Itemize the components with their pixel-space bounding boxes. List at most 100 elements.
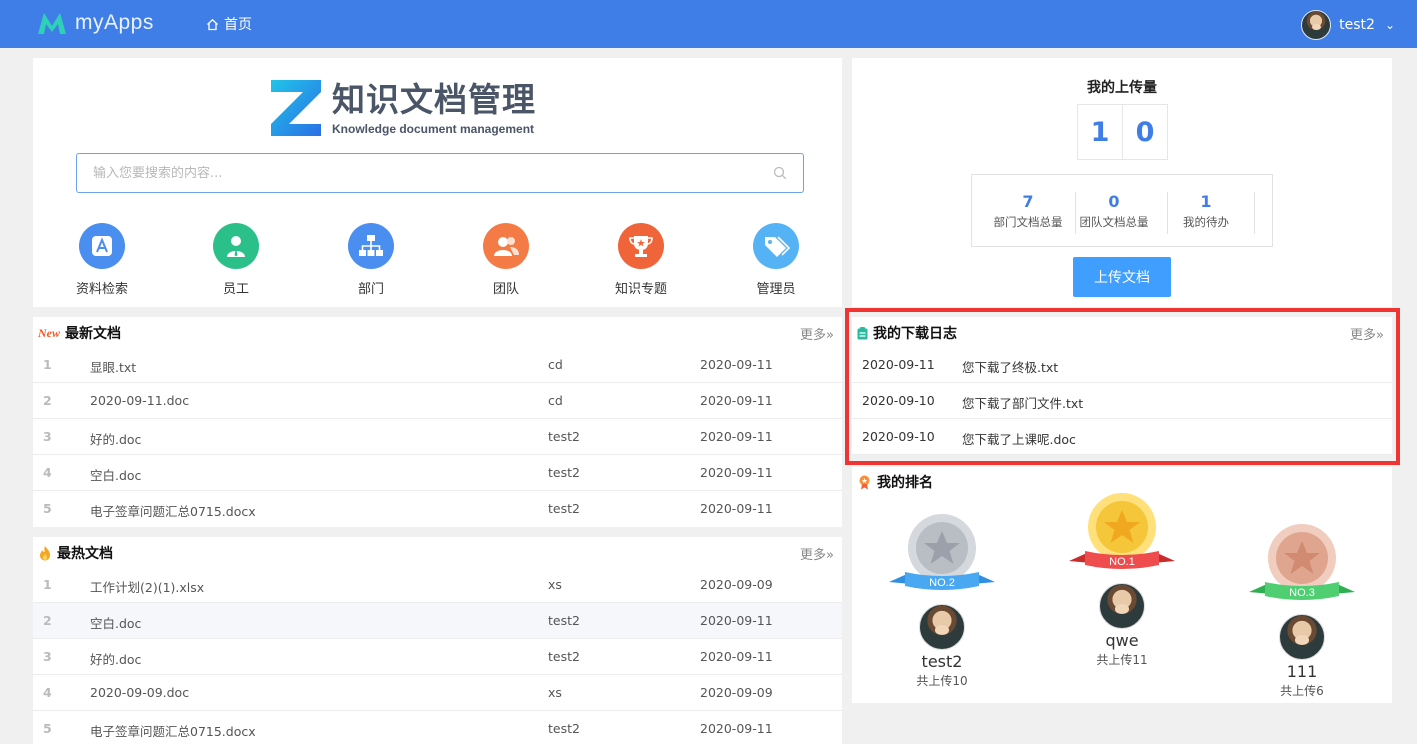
upload-digit: 0 — [1122, 104, 1168, 160]
doc-owner: test2 — [548, 649, 580, 664]
brand-title: 知识文档管理 — [332, 80, 536, 119]
doc-owner: test2 — [548, 429, 580, 444]
ranker-avatar — [1279, 614, 1325, 660]
doc-date: 2020-09-09 — [700, 577, 773, 592]
doc-owner: xs — [548, 685, 562, 700]
hottest-more-link[interactable]: 更多» — [800, 544, 834, 563]
gold-medal-icon: NO.1 — [1069, 493, 1175, 569]
brand-z-logo-icon — [271, 80, 321, 136]
table-row[interactable]: 2 2020-09-11.doc cd 2020-09-11 — [33, 383, 842, 419]
table-row[interactable]: 1 显眼.txt cd 2020-09-11 — [33, 347, 842, 383]
doc-date: 2020-09-11 — [700, 721, 773, 736]
quick-entry-team[interactable]: 团队 — [456, 223, 556, 297]
person-icon — [213, 223, 259, 269]
latest-more-link[interactable]: 更多» — [800, 324, 834, 343]
doc-date: 2020-09-09 — [700, 685, 773, 700]
hottest-documents-header: 最热文档 更多» — [33, 537, 842, 567]
doc-owner: test2 — [548, 613, 580, 628]
nav-home-link[interactable]: 首页 — [206, 14, 252, 34]
ranker-name: 111 — [1286, 662, 1318, 681]
latest-documents-title: 最新文档 — [65, 326, 121, 342]
more-label: 更多 — [800, 328, 827, 343]
doc-date: 2020-09-11 — [700, 465, 773, 480]
doc-owner: xs — [548, 577, 562, 592]
rank-entry-3[interactable]: NO.3 111 共上传6 — [1242, 524, 1362, 699]
latest-documents-header: New 最新文档 更多» — [33, 317, 842, 347]
doc-name: 电子签章问题汇总0715.docx — [90, 724, 256, 739]
home-label: 首页 — [224, 17, 252, 33]
stat-value: 1 — [1200, 192, 1212, 211]
row-index: 2 — [43, 393, 52, 408]
latest-documents-panel: New 最新文档 更多» 1 显眼.txt cd 2020-09-11 2 20… — [33, 317, 842, 527]
app-logo[interactable]: myApps — [36, 10, 154, 36]
doc-owner: test2 — [548, 721, 580, 736]
stat-team-docs[interactable]: 0 团队文档总量 — [1068, 192, 1160, 230]
doc-date: 2020-09-11 — [700, 393, 773, 408]
quick-entry-label: 知识专题 — [614, 282, 667, 297]
stat-label: 我的待办 — [1183, 215, 1229, 229]
row-index: 5 — [43, 501, 52, 516]
row-index: 4 — [43, 685, 52, 700]
search-panel: 知识文档管理 Knowledge document management 资料检… — [33, 58, 842, 307]
top-navbar: myApps 首页 test2 ⌄ — [0, 0, 1417, 48]
row-index: 4 — [43, 465, 52, 480]
table-row[interactable]: 4 2020-09-09.doc xs 2020-09-09 — [33, 675, 842, 711]
user-menu[interactable]: test2 ⌄ — [1301, 10, 1395, 40]
table-row[interactable]: 2 空白.doc test2 2020-09-11 — [33, 603, 842, 639]
ranker-name: qwe — [1105, 631, 1139, 650]
search-icon[interactable] — [773, 166, 787, 180]
rank-entry-1[interactable]: NO.1 qwe 共上传11 — [1062, 493, 1182, 668]
quick-entry-document-search[interactable]: 资料检索 — [52, 223, 152, 297]
double-chevron-right-icon: » — [826, 548, 834, 563]
rank-entry-2[interactable]: NO.2 test2 共上传10 — [882, 514, 1002, 689]
new-badge-icon: New — [38, 325, 60, 340]
row-index: 3 — [43, 649, 52, 664]
ranker-upload-count: 共上传10 — [916, 674, 968, 688]
upload-stats-panel: 我的上传量 1 0 7 部门文档总量 0 团队文档总量 1 我的待办 上传文档 — [852, 58, 1392, 307]
table-row[interactable]: 5 电子签章问题汇总0715.docx test2 2020-09-11 — [33, 711, 842, 744]
upload-title: 我的上传量 — [1087, 80, 1157, 96]
ranker-upload-count: 共上传11 — [1096, 653, 1148, 667]
doc-date: 2020-09-11 — [700, 649, 773, 664]
table-row[interactable]: 1 工作计划(2)(1).xlsx xs 2020-09-09 — [33, 567, 842, 603]
doc-name: 好的.doc — [90, 432, 142, 447]
doc-name: 电子签章问题汇总0715.docx — [90, 504, 256, 519]
search-input[interactable] — [77, 154, 747, 192]
row-index: 3 — [43, 429, 52, 444]
brand-subtitle: Knowledge document management — [332, 122, 535, 136]
doc-owner: test2 — [548, 501, 580, 516]
quick-entry-department[interactable]: 部门 — [321, 223, 421, 297]
quick-entry-knowledge-topic[interactable]: 知识专题 — [591, 223, 691, 297]
org-chart-icon — [348, 223, 394, 269]
upload-count-digits: 1 0 — [1077, 104, 1168, 160]
logo-m-icon — [38, 13, 66, 34]
ranker-name: test2 — [921, 652, 963, 671]
doc-date: 2020-09-11 — [700, 501, 773, 516]
upload-document-button[interactable]: 上传文档 — [1073, 257, 1171, 297]
bronze-medal-icon: NO.3 — [1249, 524, 1355, 600]
ranking-panel: 我的排名 NO.2 test2 共上传10 NO.1 qwe 共上传11 NO.… — [852, 467, 1392, 703]
ranker-upload-count: 共上传6 — [1280, 684, 1324, 698]
double-chevron-right-icon: » — [826, 328, 834, 343]
table-row[interactable]: 3 好的.doc test2 2020-09-11 — [33, 639, 842, 675]
app-name: myApps — [75, 11, 154, 34]
table-row[interactable]: 5 电子签章问题汇总0715.docx test2 2020-09-11 — [33, 491, 842, 527]
table-row[interactable]: 3 好的.doc test2 2020-09-11 — [33, 419, 842, 455]
team-icon — [483, 223, 529, 269]
table-row[interactable]: 4 空白.doc test2 2020-09-11 — [33, 455, 842, 491]
quick-entry-employee[interactable]: 员工 — [186, 223, 286, 297]
user-avatar — [1301, 10, 1332, 40]
row-index: 1 — [43, 357, 52, 372]
brand-header: 知识文档管理 Knowledge document management — [269, 78, 536, 138]
stat-divider — [1254, 192, 1255, 234]
username: test2 — [1339, 17, 1375, 33]
quick-entry-label: 员工 — [222, 282, 249, 297]
doc-name: 好的.doc — [90, 652, 142, 667]
quick-entry-label: 团队 — [492, 282, 519, 297]
doc-name: 2020-09-09.doc — [90, 685, 190, 700]
quick-entry-admin[interactable]: 管理员 — [726, 223, 826, 297]
ranking-title: 我的排名 — [877, 475, 933, 491]
stat-dept-docs[interactable]: 7 部门文档总量 — [982, 192, 1074, 230]
ranker-avatar — [919, 604, 965, 650]
stat-todo[interactable]: 1 我的待办 — [1160, 192, 1252, 230]
